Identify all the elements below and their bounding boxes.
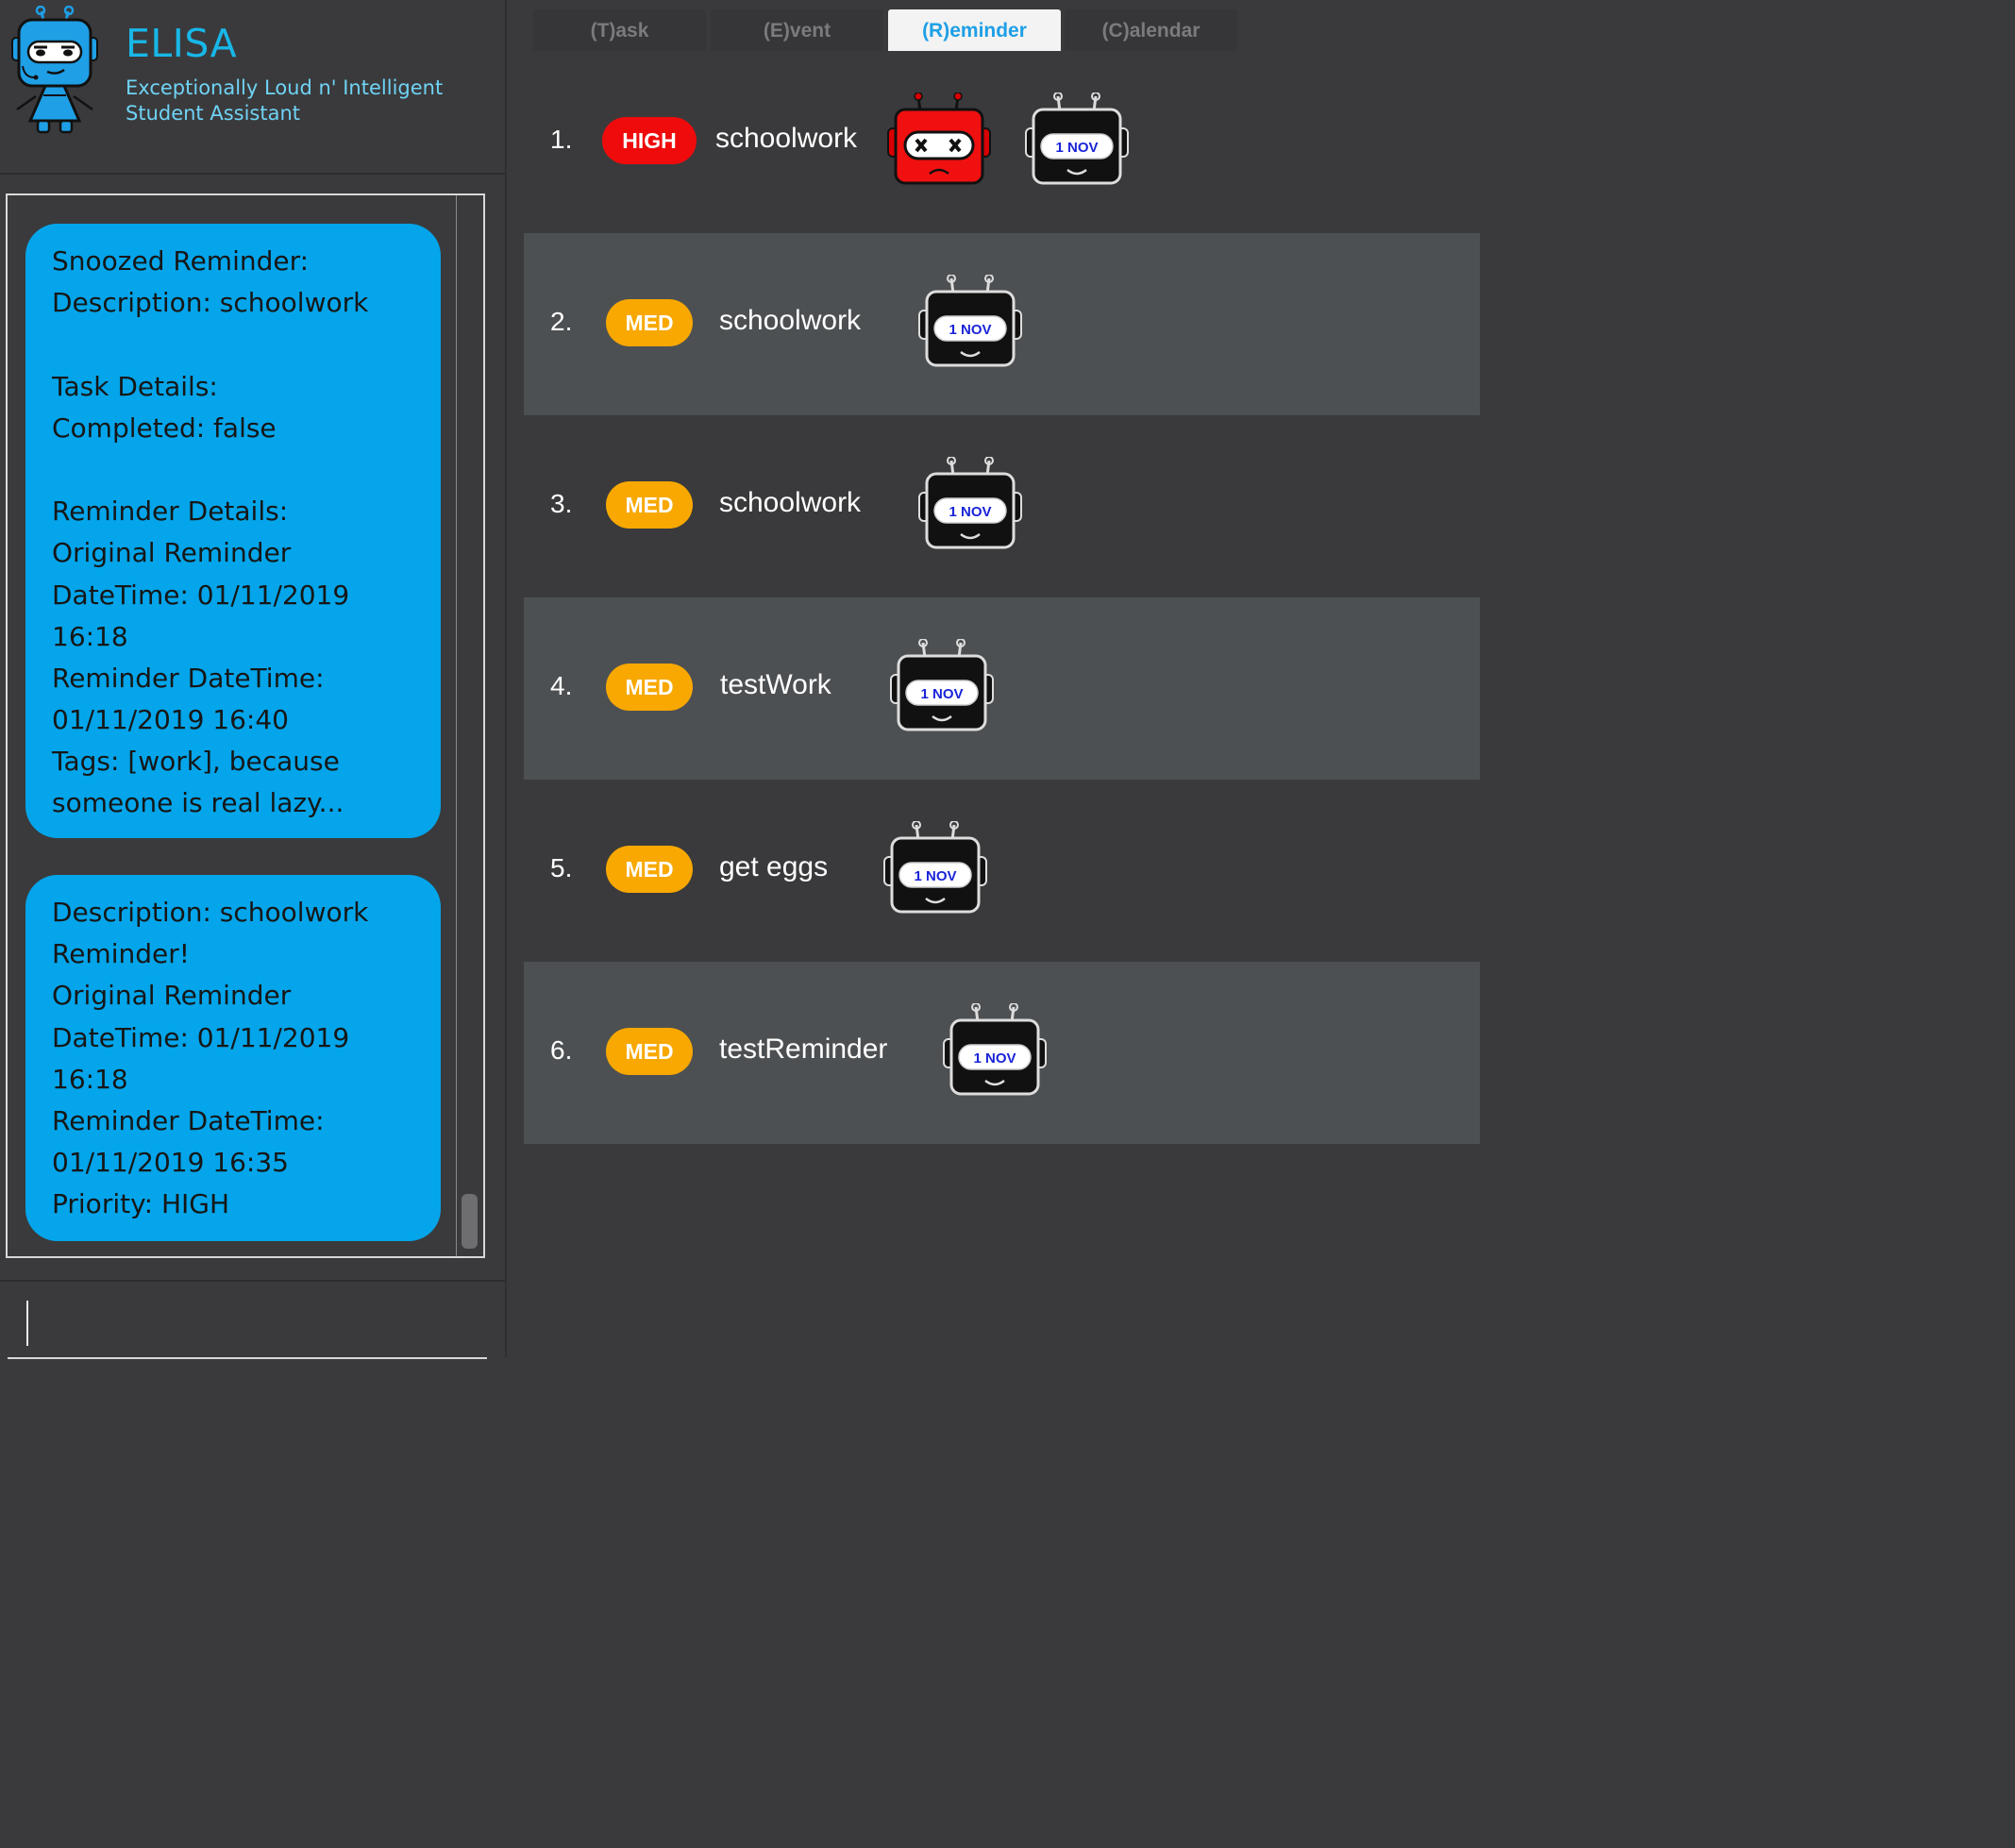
tab-task[interactable]: (T)ask — [533, 9, 706, 51]
chat-message-bubble: Snoozed Reminder: Description: schoolwork… — [25, 224, 441, 838]
chat-message-line: Reminder DateTime: — [52, 662, 325, 694]
calendar-robot-icon: 1 NOV — [942, 1003, 1048, 1098]
reminder-description: get eggs — [719, 851, 829, 882]
tab-event[interactable]: (E)vent — [711, 9, 883, 51]
chat-message-line: 01/11/2019 16:35 — [52, 1147, 289, 1179]
chat-message-line: Reminder Details: — [52, 496, 289, 528]
reminder-index: 2. — [550, 307, 573, 336]
text-caret — [26, 1301, 28, 1346]
priority-badge: HIGH — [602, 117, 697, 164]
calendar-robot-icon: 1 NOV — [889, 639, 995, 733]
date-badge: 1 NOV — [949, 322, 991, 338]
chat-message-line: someone is real lazy... — [52, 787, 344, 819]
right-panel: (T)ask (E)vent (R)eminder (C)alendar 1. … — [507, 0, 1480, 1357]
chat-message-line: 16:18 — [52, 620, 128, 652]
chat-message-line: Snoozed Reminder: — [52, 245, 310, 277]
command-input-area[interactable] — [0, 1280, 505, 1359]
date-badge: 1 NOV — [973, 1050, 1016, 1067]
chat-scrollbar-thumb[interactable] — [462, 1194, 478, 1249]
calendar-robot-icon: 1 NOV — [1024, 92, 1130, 187]
reminder-index: 1. — [550, 125, 573, 154]
reminder-row[interactable]: 2. MED schoolwork 1 NOV — [524, 233, 1480, 415]
app-subtitle-line2: Student Assistant — [126, 102, 301, 125]
reminder-index: 5. — [550, 853, 573, 882]
left-panel: ELISA Exceptionally Loud n' Intelligent … — [0, 0, 505, 1359]
reminder-index: 4. — [550, 671, 573, 700]
app-subtitle: Exceptionally Loud n' Intelligent Studen… — [126, 76, 465, 126]
reminder-description: testWork — [720, 669, 831, 700]
reminder-row[interactable]: 3. MED schoolwork 1 NOV — [524, 415, 1480, 597]
chat-message-line: Description: schoolwork — [52, 897, 369, 928]
date-badge: 1 NOV — [914, 868, 956, 884]
chat-message-line: Description: schoolwork — [52, 287, 369, 319]
chat-message-line: DateTime: 01/11/2019 — [52, 579, 350, 611]
reminder-row[interactable]: 4. MED testWork 1 NOV — [524, 597, 1480, 780]
date-badge: 1 NOV — [949, 504, 991, 520]
chat-message-line: 01/11/2019 16:40 — [52, 704, 289, 736]
date-badge: 1 NOV — [920, 686, 963, 702]
reminder-list: 1. HIGH schoolwork 1 NOV 2. MED schoolwo… — [524, 51, 1480, 1144]
calendar-robot-icon: 1 NOV — [882, 821, 988, 916]
chat-message-line: Reminder DateTime: — [52, 1104, 325, 1136]
chat-message-bubble: Description: schoolwork Reminder! Original… — [25, 875, 441, 1241]
chat-message-line: 16:18 — [52, 1063, 128, 1095]
calendar-robot-icon: 1 NOV — [917, 275, 1023, 369]
date-badge: 1 NOV — [1055, 140, 1098, 156]
app-header: ELISA Exceptionally Loud n' Intelligent … — [0, 0, 505, 175]
chat-message-line: Reminder! — [52, 938, 190, 970]
chat-message-line — [52, 449, 422, 491]
tab-reminder[interactable]: (R)eminder — [888, 9, 1061, 51]
chat-message-line: DateTime: 01/11/2019 — [52, 1021, 350, 1053]
reminder-index: 3. — [550, 489, 573, 518]
chat-history-panel[interactable]: Snoozed Reminder: Description: schoolwork… — [6, 193, 485, 1258]
chat-message-line: Original Reminder — [52, 980, 292, 1012]
reminder-index: 6. — [550, 1035, 573, 1065]
reminder-row[interactable]: 6. MED testReminder 1 NOV — [524, 962, 1480, 1144]
chat-message-line: Completed: false — [52, 412, 277, 444]
chat-message-line: Original Reminder — [52, 537, 292, 569]
chat-message-line: Tags: [work], because — [52, 746, 340, 778]
chat-message-line: Priority: HIGH — [52, 1188, 230, 1220]
chat-message-line — [52, 324, 422, 365]
chat-scrollbar[interactable] — [456, 195, 483, 1256]
elisa-robot-logo-icon — [9, 5, 100, 136]
command-input-underline — [8, 1357, 487, 1359]
priority-badge: MED — [606, 664, 693, 711]
priority-badge: MED — [606, 846, 693, 893]
reminder-description: schoolwork — [719, 305, 862, 336]
reminder-description: testReminder — [719, 1033, 888, 1065]
priority-badge: MED — [606, 299, 693, 346]
app-title: ELISA — [126, 21, 238, 66]
reminder-row[interactable]: 1. HIGH schoolwork 1 NOV — [524, 51, 1480, 233]
tab-calendar[interactable]: (C)alendar — [1065, 9, 1237, 51]
reminder-row[interactable]: 5. MED get eggs 1 NOV — [524, 780, 1480, 962]
calendar-robot-icon: 1 NOV — [917, 457, 1023, 551]
reminder-description: schoolwork — [715, 123, 858, 154]
priority-badge: MED — [606, 481, 693, 529]
chat-message-line: Task Details: — [52, 370, 218, 402]
sad-red-robot-icon — [886, 92, 992, 187]
reminder-description: schoolwork — [719, 487, 862, 518]
priority-badge: MED — [606, 1028, 693, 1075]
app-subtitle-line1: Exceptionally Loud n' Intelligent — [126, 76, 444, 99]
